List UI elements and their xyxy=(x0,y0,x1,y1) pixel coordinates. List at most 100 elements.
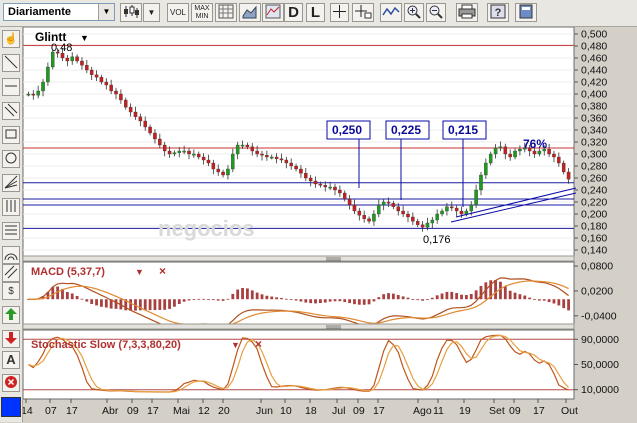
zoom-out-button[interactable] xyxy=(426,3,446,22)
macd-histogram-bar xyxy=(430,297,434,300)
period-select[interactable]: Diariamente ▼ xyxy=(3,3,115,21)
macd-histogram-bar xyxy=(182,299,186,302)
info-book-icon xyxy=(519,4,533,19)
chevron-down-icon[interactable]: ▼ xyxy=(98,4,114,20)
macd-histogram-bar xyxy=(284,298,288,300)
macd-histogram-bar xyxy=(70,293,74,300)
l-button[interactable]: L xyxy=(306,3,325,22)
macd-histogram-bar xyxy=(299,299,303,302)
help-button[interactable]: ? xyxy=(487,3,509,22)
crosshair-button[interactable] xyxy=(330,3,349,22)
candle-body xyxy=(279,158,284,161)
macd-histogram-bar xyxy=(114,299,118,309)
candle-body xyxy=(323,185,328,188)
macd-histogram-bar xyxy=(464,295,468,300)
candle-body xyxy=(381,201,386,206)
macd-histogram-bar xyxy=(192,299,196,301)
chevron-down-icon[interactable]: ▼ xyxy=(135,267,144,277)
color-swatch[interactable] xyxy=(1,397,21,417)
candle-body xyxy=(372,213,376,222)
candle-body xyxy=(119,93,123,101)
y-tick-label: 0,400 xyxy=(581,89,607,101)
line-tool-button[interactable] xyxy=(2,54,20,72)
gann-tool-button[interactable] xyxy=(2,198,20,216)
candle-body xyxy=(89,69,94,75)
macd-histogram-bar xyxy=(104,299,108,308)
candle-body xyxy=(454,207,459,212)
candle-body xyxy=(153,132,157,140)
comparison-button[interactable] xyxy=(239,3,261,22)
delete-drawing-button[interactable] xyxy=(2,374,20,392)
arc-tool-button[interactable] xyxy=(2,246,20,264)
macd-histogram-bar xyxy=(153,299,157,311)
macd-histogram-bar xyxy=(187,299,191,301)
candle-body xyxy=(158,138,162,146)
stochastic-close-icon[interactable]: × xyxy=(255,337,262,351)
top-toolbar: Diariamente ▼ ▼ VOL MAX MIN D L ? xyxy=(0,0,637,27)
candle-body xyxy=(104,81,109,86)
candle-body xyxy=(240,144,245,147)
x-tick-label: 11 xyxy=(433,405,444,417)
macd-histogram-bar xyxy=(455,293,459,300)
macd-histogram-bar xyxy=(289,299,293,301)
macd-histogram-bar xyxy=(85,299,89,302)
chevron-down-icon[interactable]: ▼ xyxy=(231,340,240,350)
candle-body xyxy=(148,126,152,134)
y-tick-label: 0,480 xyxy=(581,41,607,53)
macd-histogram-bar xyxy=(314,299,317,304)
macd-histogram-bar xyxy=(231,293,235,300)
candle-body xyxy=(128,107,133,113)
y-tick-label: 0,460 xyxy=(581,53,607,65)
macd-histogram-bar xyxy=(567,299,570,311)
macd-histogram-bar xyxy=(508,290,512,300)
ellipse-tool-button[interactable] xyxy=(2,150,20,168)
candle-body xyxy=(401,210,405,215)
macd-histogram-bar xyxy=(211,299,215,301)
volume-button[interactable]: VOL xyxy=(167,3,189,22)
panel-splitter[interactable] xyxy=(23,255,575,262)
candlestick-type-button[interactable] xyxy=(120,3,142,22)
panel-splitter[interactable] xyxy=(23,323,575,330)
stochastic-title: Stochastic Slow (7,3,3,80,20) xyxy=(31,339,181,351)
hand-pointer-button[interactable]: ☝ xyxy=(2,30,20,48)
x-tick-label: 17 xyxy=(533,405,545,417)
x-tick-label: Abr xyxy=(102,405,119,417)
crosshair-label-button[interactable] xyxy=(352,3,374,22)
chart-type-dropdown[interactable]: ▼ xyxy=(143,3,160,22)
dollar-tool-button[interactable]: $ xyxy=(2,282,20,300)
arrow-up-button[interactable] xyxy=(2,306,20,324)
parallel-lines-button[interactable] xyxy=(2,102,20,120)
info-button[interactable] xyxy=(515,3,537,22)
indicators-button[interactable] xyxy=(262,3,284,22)
candle-body xyxy=(269,156,274,159)
macd-histogram-bar xyxy=(421,299,424,301)
min-label: MIN xyxy=(195,13,209,20)
macd-close-icon[interactable]: × xyxy=(159,264,166,278)
x-tick-label: 09 xyxy=(509,405,521,417)
rectangle-tool-button[interactable] xyxy=(2,126,20,144)
arrow-down-button[interactable] xyxy=(2,330,20,348)
maxmin-button[interactable]: MAX MIN xyxy=(191,3,213,22)
d-button[interactable]: D xyxy=(284,3,303,22)
x-tick-label: Set xyxy=(489,405,505,417)
fibonacci-tool-button[interactable] xyxy=(2,222,20,240)
channel-tool-button[interactable] xyxy=(2,264,20,282)
grid-button[interactable] xyxy=(215,3,237,22)
title-dropdown-icon[interactable]: ▼ xyxy=(80,33,89,43)
y-tick-label: 0,360 xyxy=(581,113,607,125)
trend-line-button[interactable] xyxy=(380,3,402,22)
horizontal-line-button[interactable] xyxy=(2,78,20,96)
print-button[interactable] xyxy=(456,3,478,22)
zoom-in-button[interactable] xyxy=(404,3,424,22)
macd-histogram-bar xyxy=(503,286,507,300)
candle-body xyxy=(415,221,420,225)
candle-body xyxy=(566,171,571,180)
text-tool-button[interactable]: A xyxy=(2,351,20,369)
fan-tool-button[interactable] xyxy=(2,174,20,192)
macd-histogram-bar xyxy=(80,298,84,300)
percent-annotation: 76% xyxy=(523,137,547,151)
candle-body xyxy=(406,213,410,218)
candle-body xyxy=(391,203,396,207)
candle-body xyxy=(94,74,99,78)
candle-body xyxy=(196,153,201,158)
